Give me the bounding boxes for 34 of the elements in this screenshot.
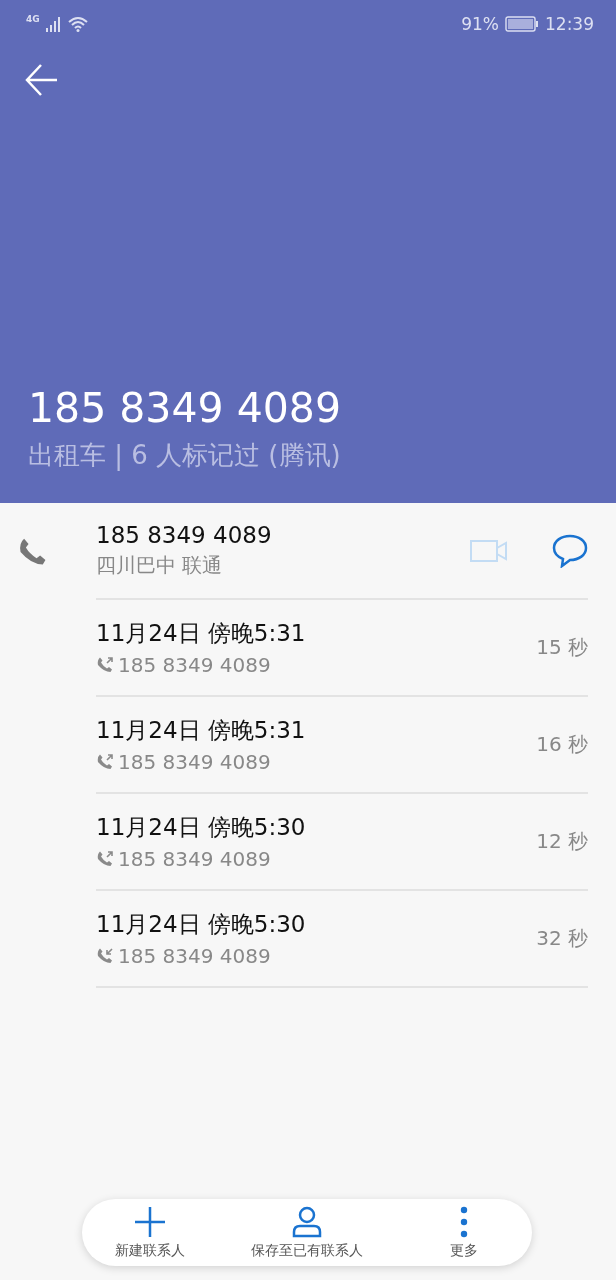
outgoing-call-icon [96,850,114,868]
call-number: 185 8349 4089 [118,750,271,774]
outgoing-call-icon [96,656,114,674]
call-duration: 15 秒 [536,634,588,661]
outgoing-call-icon [96,753,114,771]
phone-number-title: 185 8349 4089 [28,384,342,432]
call-time: 11月24日 傍晚5:31 [96,619,307,648]
network-type: 4G [26,14,40,24]
plus-icon [134,1205,167,1238]
action-button[interactable]: 保存至已有联系人 [218,1199,396,1266]
clock: 12:39 [545,14,594,34]
incoming-call-icon [96,947,114,965]
message-button[interactable] [552,533,588,568]
back-button[interactable] [24,62,60,98]
signal-icon [45,16,62,32]
wifi-icon [67,16,88,32]
more-icon [459,1205,468,1238]
action-button[interactable]: 新建联系人 [82,1199,219,1266]
action-button[interactable]: 更多 [395,1199,532,1266]
number-tag: 出租车 | 6 人标记过 (腾讯) [28,438,616,473]
call-number: 185 8349 4089 [118,944,271,968]
contact-number: 185 8349 4089 [96,522,273,548]
call-number: 185 8349 4089 [118,653,271,677]
call-number: 185 8349 4089 [118,847,271,871]
call-time: 11月24日 傍晚5:30 [96,813,307,842]
call-time: 11月24日 傍晚5:31 [96,716,307,745]
call-duration: 32 秒 [536,925,588,952]
number-location: 四川巴中 联通 [96,552,224,579]
person-icon [291,1205,323,1238]
call-duration: 12 秒 [536,828,588,855]
battery-percent: 91% [461,14,499,34]
battery-icon [505,16,539,32]
call-time: 11月24日 傍晚5:30 [96,910,307,939]
call-duration: 16 秒 [536,731,588,758]
